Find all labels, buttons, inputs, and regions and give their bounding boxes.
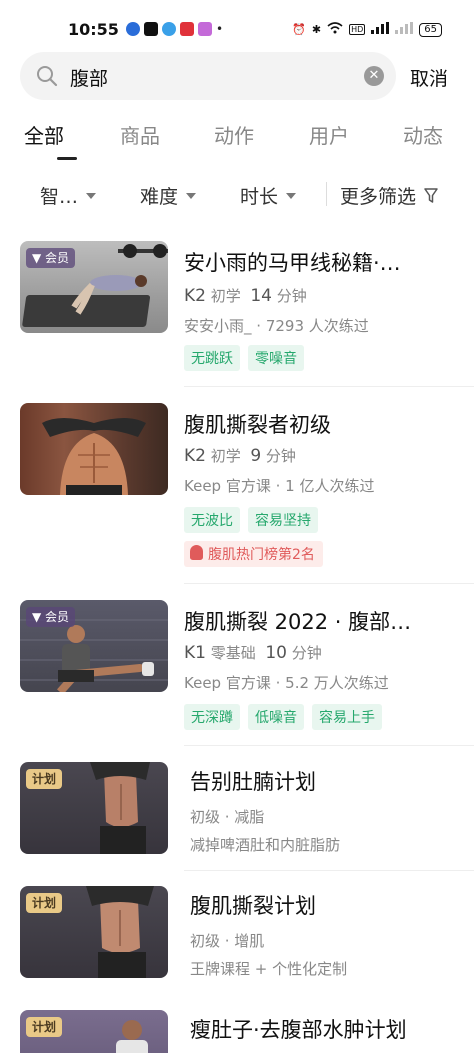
course-tag: 容易上手 [312,704,382,730]
status-bar: 10:55 • ⏰ ✱ HD 65 [0,0,474,50]
tiktok-icon [144,22,158,36]
hd-icon: HD [349,24,366,35]
course-tags: 无深蹲 低噪音 容易上手 [184,704,382,730]
cancel-button[interactable]: 取消 [410,64,448,91]
wifi-icon [327,22,343,37]
search-input[interactable]: 腹部 ✕ [20,52,396,100]
filter-difficulty-label: 难度 [140,186,179,208]
funnel-icon [424,187,438,203]
filter-divider [326,182,327,206]
plan-result-item[interactable]: 计划 腹肌撕裂计划 初级 · 增肌 王牌课程 + 个性化定制 [20,886,450,986]
plan-description: 王牌课程 + 个性化定制 [190,960,348,978]
list-divider [184,386,474,387]
tab-all[interactable]: 全部 [24,120,64,149]
plan-result-item[interactable]: 计划 瘦肚子·去腹部水肿计划 [20,1010,450,1053]
tab-posts[interactable]: 动态 [403,120,443,149]
status-time: 10:55 [68,20,119,39]
course-tags: 无跳跃 零噪音 [184,345,304,371]
caret-down-icon [186,192,197,199]
course-title: 腹肌撕裂者初级 [184,413,331,437]
course-result-item[interactable]: 腹肌撕裂者初级 K2 初学 9 分钟 Keep 官方课 · 1 亿人次练过 无波… [20,403,450,573]
filter-smart-sort[interactable]: 智… [40,182,97,209]
course-title: 安小雨的马甲线秘籍·… [184,251,401,275]
tab-products[interactable]: 商品 [120,120,160,149]
bluetooth-icon: ✱ [311,23,322,36]
shop-app-icon [180,22,194,36]
course-author-stats: 安安小雨_ · 7293 人次练过 [184,317,369,335]
list-divider [184,745,474,746]
plan-description: 减掉啤酒肚和内脏脂肪 [190,836,341,854]
alarm-icon: ⏰ [292,23,306,36]
signal-icon [395,22,414,37]
plan-badge: 计划 [26,769,63,789]
app-notification-icon [126,22,140,36]
plan-badge: 计划 [26,893,63,913]
caret-down-icon [86,192,97,199]
course-author-stats: Keep 官方课 · 1 亿人次练过 [184,477,375,495]
search-icon [37,66,58,87]
filter-duration[interactable]: 时长 [240,182,297,209]
list-divider [184,583,474,584]
course-thumbnail: ▼ 会员 [20,241,168,333]
course-tag: 无波比 [184,507,240,533]
signal-5g-icon [371,22,390,37]
course-level: K2 初学 9 分钟 [184,446,296,466]
course-tag: 无跳跃 [184,345,240,371]
plan-badge: 计划 [26,1017,63,1037]
plan-title: 瘦肚子·去腹部水肿计划 [190,1018,407,1042]
medal-icon [190,545,203,560]
ranking-label: 腹肌热门榜第2名 [208,547,315,563]
search-bar: 腹部 ✕ 取消 [20,52,454,100]
system-icons: ⏰ ✱ HD 65 [292,22,442,37]
plan-thumbnail: 计划 [20,762,168,854]
more-notifications-dot-icon: • [216,22,224,36]
app-notification-icon [198,22,212,36]
course-thumbnail: ▼ 会员 [20,600,168,692]
plan-meta: 初级 · 减脂 [190,808,265,826]
course-thumbnail [20,403,168,495]
caret-down-icon [286,192,297,199]
tab-users[interactable]: 用户 [309,120,349,149]
course-result-item[interactable]: ▼ 会员 腹肌撕裂 2022 · 腹部… K1 零基础 10 分钟 Keep 官… [20,600,450,735]
ranking-badge[interactable]: 腹肌热门榜第2名 [184,541,323,567]
result-tabs: 全部 商品 动作 用户 动态 [20,120,460,160]
tab-exercises[interactable]: 动作 [214,120,254,149]
course-tag: 低噪音 [248,704,304,730]
filter-smart-label: 智… [40,186,79,208]
course-tag: 无深蹲 [184,704,240,730]
active-tab-indicator [57,157,77,160]
member-badge: ▼ 会员 [26,607,76,627]
plan-result-item[interactable]: 计划 告别肚腩计划 初级 · 减脂 减掉啤酒肚和内脏脂肪 [20,762,450,862]
search-query-text: 腹部 [70,68,109,90]
filter-difficulty[interactable]: 难度 [140,182,197,209]
list-divider [184,870,474,871]
filter-more-label: 更多筛选 [340,186,417,208]
plan-title: 腹肌撕裂计划 [190,894,316,918]
filter-bar: 智… 难度 时长 更多筛选 [20,178,454,210]
course-title: 腹肌撕裂 2022 · 腹部… [184,610,412,634]
notification-icons: • [126,22,223,36]
battery-indicator: 65 [419,22,442,37]
member-badge: ▼ 会员 [26,248,76,268]
course-level: K1 零基础 10 分钟 [184,643,322,663]
course-result-item[interactable]: ▼ 会员 安小雨的马甲线秘籍·… K2 初学 14 分钟 安安小雨_ · 729… [20,241,450,381]
course-level: K2 初学 14 分钟 [184,286,307,306]
filter-duration-label: 时长 [240,186,279,208]
plan-title: 告别肚腩计划 [190,770,316,794]
course-tag: 容易坚持 [248,507,318,533]
course-tag: 零噪音 [248,345,304,371]
plan-meta: 初级 · 增肌 [190,932,265,950]
course-tags: 无波比 容易坚持 [184,507,318,533]
plan-thumbnail: 计划 [20,886,168,978]
course-author-stats: Keep 官方课 · 5.2 万人次练过 [184,674,389,692]
app-notification-icon [162,22,176,36]
thumbnail-illustration [42,418,146,495]
clear-search-icon[interactable]: ✕ [364,66,384,86]
filter-more[interactable]: 更多筛选 [340,182,438,209]
plan-thumbnail: 计划 [20,1010,168,1053]
